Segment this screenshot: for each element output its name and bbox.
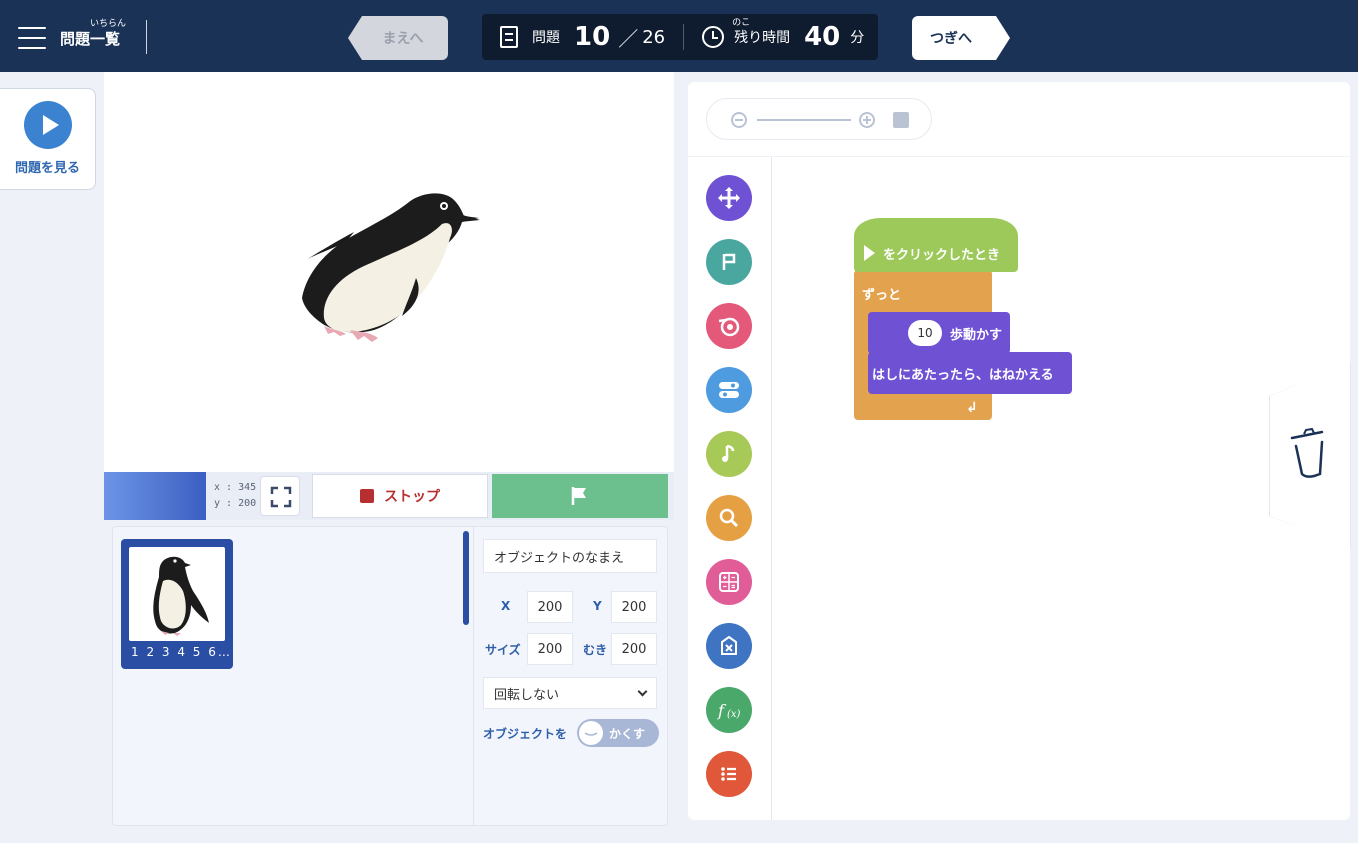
size-label: サイズ: [485, 643, 521, 657]
sprite-list-scrollbar[interactable]: [463, 531, 469, 625]
object-name-field[interactable]: オブジェクトのなまえ: [483, 539, 657, 573]
svg-text:(x): (x): [727, 709, 741, 720]
time-remaining-label: のこ 残り時間: [732, 18, 790, 47]
chevron-down-icon: [637, 686, 648, 697]
stop-button[interactable]: ストップ: [312, 474, 488, 518]
zoom-out-icon[interactable]: [731, 112, 747, 128]
fullscreen-icon: [270, 486, 292, 508]
music-note-icon: [722, 444, 735, 462]
y-label: Y: [593, 599, 602, 613]
magnifier-icon: [719, 508, 739, 528]
category-looks[interactable]: [706, 303, 752, 349]
category-sound[interactable]: [706, 431, 752, 477]
visibility-toggle[interactable]: かくす: [577, 719, 659, 747]
problem-list-label: いちらん 問題一覧: [60, 19, 126, 49]
when-clicked-label: をクリックしたとき: [883, 247, 1001, 263]
visibility-label: オブジェクトを: [483, 727, 568, 741]
stop-icon: [360, 489, 374, 503]
flag-icon: [722, 253, 736, 270]
problem-list-button[interactable]: いちらん 問題一覧: [18, 18, 126, 58]
x-label: X: [501, 599, 511, 613]
header-divider: [146, 20, 147, 54]
category-functions[interactable]: f (x): [706, 687, 752, 733]
stage-toolbar: x : 345 y : 200 ストップ: [104, 472, 674, 520]
block-category-palette: f (x): [688, 157, 772, 820]
workspace-divider: [688, 156, 1350, 157]
problem-total: 26: [642, 26, 666, 48]
direction-label: むき: [583, 643, 608, 657]
loop-arrow-icon: ↲: [966, 400, 978, 416]
stage-color-swatch: [104, 472, 206, 520]
eye-icon: [718, 317, 740, 337]
sprite-panel: 1 2 3 4 5 6… オブジェクトのなまえ X 200 Y 200 サイズ …: [112, 526, 668, 826]
zoom-slider[interactable]: [757, 119, 851, 121]
variable-icon: [721, 635, 737, 655]
problem-current: 10: [574, 22, 611, 52]
size-input[interactable]: 200: [527, 633, 573, 665]
penguin-sprite[interactable]: [294, 180, 484, 350]
view-problem-label: 問題を見る: [14, 161, 80, 176]
time-unit: 分: [850, 30, 865, 46]
zoom-reset-button[interactable]: [893, 112, 909, 128]
next-button[interactable]: つぎへ: [912, 16, 1010, 60]
view-problem-button[interactable]: 問題を見る: [0, 88, 96, 190]
rotation-style-value: 回転しない: [494, 687, 560, 703]
document-icon: [500, 26, 518, 48]
category-start[interactable]: [706, 239, 752, 285]
mouse-coordinates: x : 345 y : 200: [214, 480, 256, 512]
fullscreen-button[interactable]: [260, 476, 300, 516]
penguin-thumbnail-icon: [153, 556, 209, 636]
bounce-on-edge-block[interactable]: はしにあたったら、はねかえる: [868, 352, 1072, 394]
hamburger-icon: [18, 27, 46, 49]
bounce-on-edge-label: はしにあたったら、はねかえる: [872, 367, 1054, 383]
steps-input[interactable]: 10: [908, 320, 942, 346]
x-input[interactable]: 200: [527, 591, 573, 623]
sprite-name-label: 1 2 3 4 5 6…: [131, 645, 232, 659]
function-icon: f (x): [717, 701, 741, 720]
forever-label: ずっと: [862, 288, 902, 303]
category-variables[interactable]: [706, 623, 752, 669]
top-bar: いちらん 問題一覧 まえへ 問題 10 ／ 26 のこ 残り時間 40 分 つぎ…: [0, 0, 1358, 72]
stage-canvas[interactable]: [104, 72, 674, 472]
run-flag-button[interactable]: [492, 474, 668, 518]
problem-slash: ／: [618, 26, 639, 51]
progress-status: 問題 10 ／ 26 のこ 残り時間 40 分: [482, 14, 878, 60]
category-lists[interactable]: [706, 751, 752, 797]
play-icon: [864, 245, 875, 261]
sprite-card[interactable]: 1 2 3 4 5 6…: [121, 539, 233, 669]
panel-divider: [473, 527, 474, 825]
code-workspace[interactable]: f (x): [688, 82, 1350, 820]
problem-list-ruby: いちらん: [90, 18, 127, 29]
calculator-icon: [719, 572, 739, 592]
zoom-in-icon[interactable]: [859, 112, 875, 128]
category-motion[interactable]: [706, 175, 752, 221]
sprite-thumbnail: [129, 547, 225, 641]
coord-x: x : 345: [214, 482, 257, 493]
when-clicked-block[interactable]: をクリックしたとき: [854, 218, 1018, 272]
stop-label: ストップ: [384, 489, 440, 505]
rotation-style-select[interactable]: 回転しない: [483, 677, 657, 709]
zoom-control: [706, 98, 932, 140]
prev-button[interactable]: まえへ: [348, 16, 448, 60]
category-control[interactable]: [706, 367, 752, 413]
progress-divider: [683, 24, 685, 50]
category-operators[interactable]: [706, 559, 752, 605]
toggle-icon: [719, 382, 739, 398]
problem-label: 問題: [532, 30, 560, 46]
move-arrows-icon: [718, 187, 740, 209]
time-remaining-value: 40: [804, 22, 841, 52]
clock-icon: [702, 26, 725, 48]
category-sensing[interactable]: [706, 495, 752, 541]
closed-eye-icon: [579, 721, 603, 745]
move-steps-label: 歩動かす: [950, 328, 1003, 343]
coord-y: y : 200: [214, 498, 257, 509]
svg-text:f: f: [717, 701, 727, 720]
time-ruby: のこ: [732, 18, 751, 28]
flag-icon: [571, 487, 586, 505]
list-icon: [721, 767, 736, 781]
direction-input[interactable]: 200: [611, 633, 657, 665]
visibility-toggle-label: かくす: [609, 727, 646, 741]
y-input[interactable]: 200: [611, 591, 657, 623]
play-icon: [23, 101, 72, 149]
